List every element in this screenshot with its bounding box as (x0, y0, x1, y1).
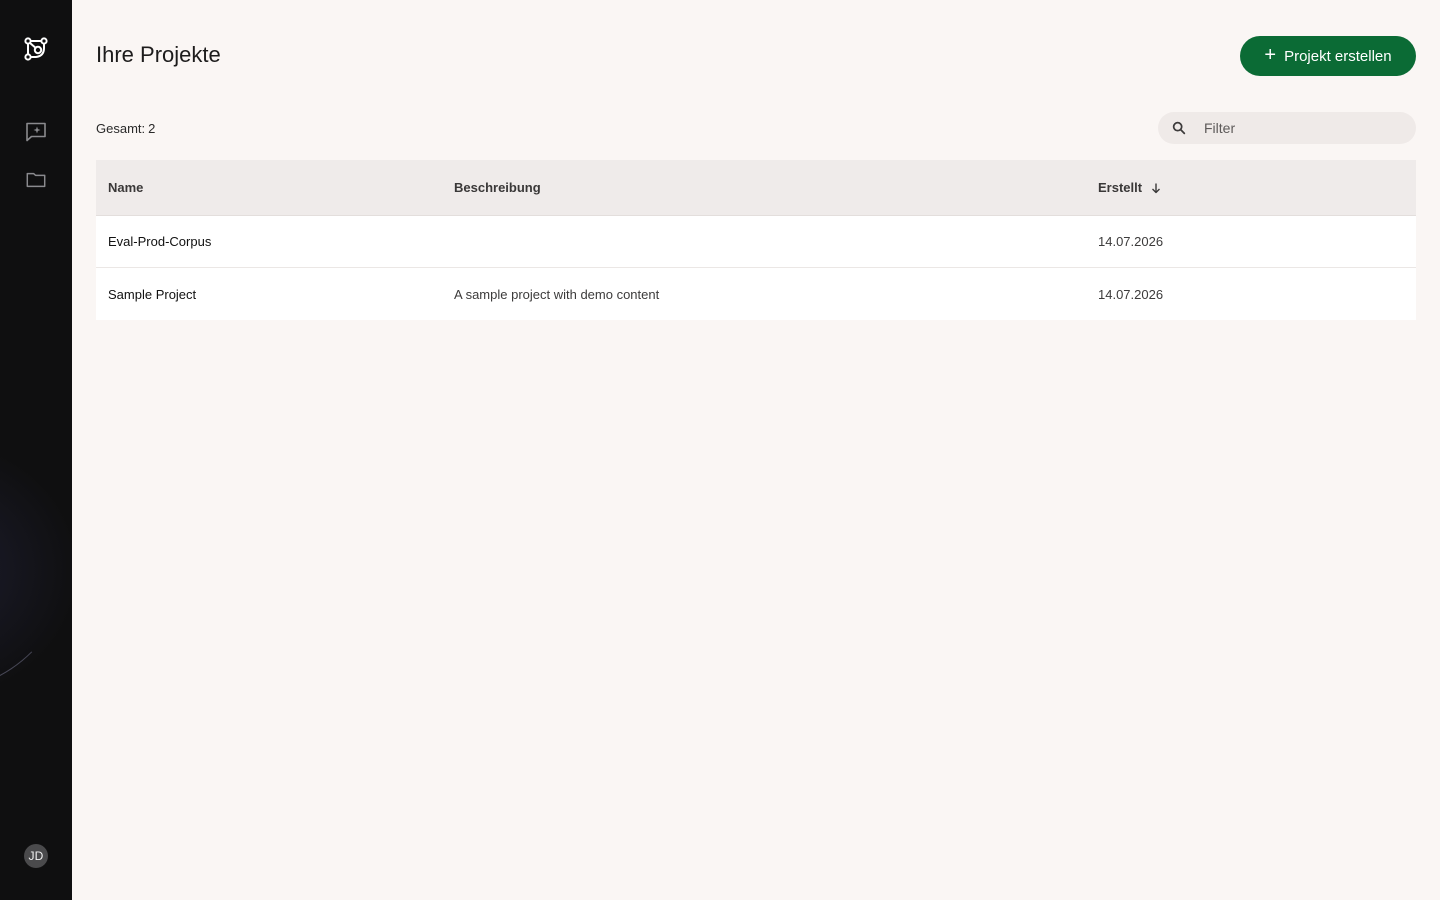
sort-descending-icon (1152, 183, 1161, 193)
sidebar-item-projects[interactable] (22, 166, 50, 194)
create-project-label: Projekt erstellen (1284, 47, 1392, 65)
filter-input[interactable] (1204, 112, 1404, 144)
main-content: Ihre Projekte + Projekt erstellen Gesamt… (96, 0, 1416, 900)
avatar[interactable]: JD (24, 844, 48, 868)
page-title: Ihre Projekte (96, 42, 221, 67)
graph-logo-icon[interactable] (22, 35, 50, 63)
table-header: Name Beschreibung Erstellt (96, 160, 1416, 216)
sidebar: JD (0, 0, 72, 900)
project-created: 14.07.2026 (1098, 234, 1164, 249)
column-header-description[interactable]: Beschreibung (454, 180, 1098, 195)
create-project-button[interactable]: + Projekt erstellen (1240, 36, 1416, 76)
total-label: Gesamt: (96, 121, 146, 136)
total-value: 2 (148, 121, 156, 136)
column-header-created[interactable]: Erstellt (1098, 180, 1416, 195)
sidebar-item-chat[interactable] (22, 118, 50, 146)
project-created: 14.07.2026 (1098, 286, 1164, 302)
project-name[interactable]: Sample Project (96, 287, 454, 302)
projects-table: Name Beschreibung Erstellt Eval-Prod-Cor… (96, 160, 1416, 320)
total-count: Gesamt: 2 (96, 121, 155, 136)
column-header-name[interactable]: Name (96, 180, 454, 195)
search-icon (1172, 121, 1186, 135)
project-name[interactable]: Eval-Prod-Corpus (96, 234, 454, 249)
table-row[interactable]: Eval-Prod-Corpus 14.07.2026 (96, 216, 1416, 268)
plus-icon: + (1264, 44, 1277, 66)
table-row[interactable]: Sample Project A sample project with dem… (96, 268, 1416, 320)
chat-sparkle-icon (26, 122, 46, 142)
folder-icon (26, 172, 46, 188)
filter-field[interactable] (1158, 112, 1416, 144)
project-description: A sample project with demo content (454, 286, 660, 302)
app-root: JD Ihre Projekte + Projekt erstellen Ges… (0, 0, 1440, 900)
